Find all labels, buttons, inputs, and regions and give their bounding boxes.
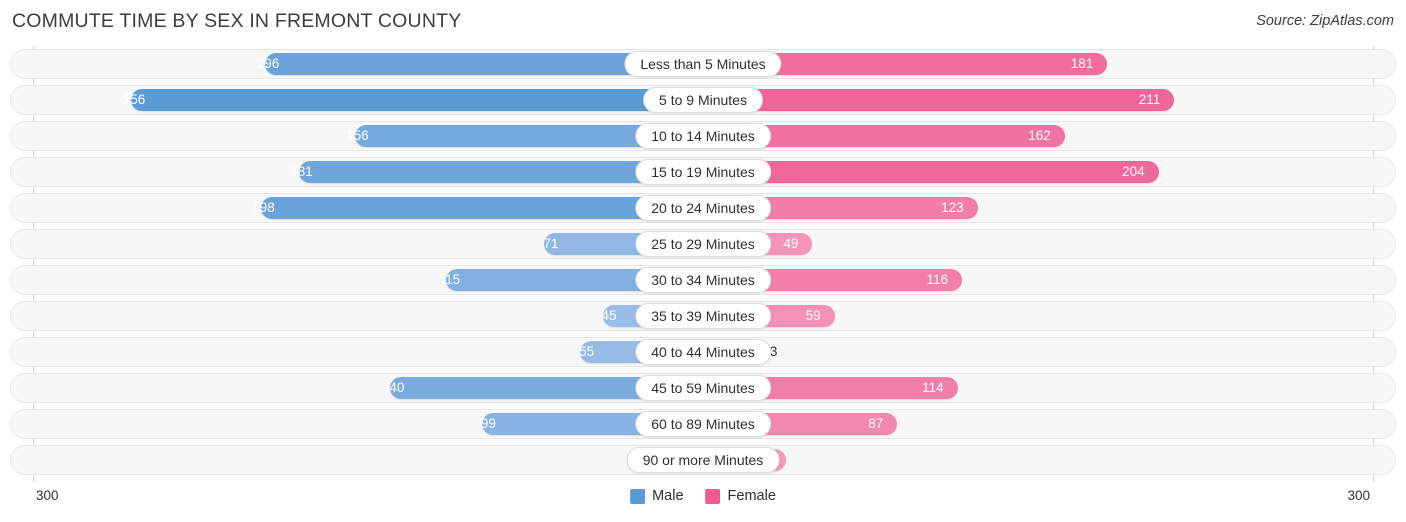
female-value-label: 114: [922, 380, 944, 395]
bar-row: 552340 to 44 Minutes: [0, 334, 1406, 370]
legend-label: Female: [727, 488, 776, 504]
male-value-label: 99: [480, 416, 496, 431]
category-label: 10 to 14 Minutes: [635, 123, 771, 149]
legend-swatch-icon: [705, 488, 721, 504]
category-label: 45 to 59 Minutes: [635, 375, 771, 401]
bar-row: 140 114 45 to 59 Minutes: [0, 370, 1406, 406]
bar-row: 45 59 35 to 39 Minutes: [0, 298, 1406, 334]
female-value-label: 123: [941, 200, 964, 215]
legend-item[interactable]: Male: [630, 488, 684, 504]
bar-row: 71 49 25 to 29 Minutes: [0, 226, 1406, 262]
category-label: 40 to 44 Minutes: [635, 339, 771, 365]
legend-item[interactable]: Female: [705, 488, 776, 504]
axis-max-left: 300: [36, 488, 59, 503]
male-value-label: 55: [579, 344, 595, 359]
male-value-label: 140: [381, 380, 405, 395]
commute-time-chart: COMMUTE TIME BY SEX IN FREMONT COUNTY So…: [0, 0, 1406, 522]
female-value-label: 162: [1028, 128, 1051, 143]
page-title: COMMUTE TIME BY SEX IN FREMONT COUNTY: [12, 10, 462, 32]
category-label: 35 to 39 Minutes: [635, 303, 771, 329]
bar-row: 99 87 60 to 89 Minutes: [0, 406, 1406, 442]
female-value-label: 211: [1138, 92, 1161, 107]
plot-area: 196 181 Less than 5 Minutes 256 211 5 to 9 Mi…: [0, 46, 1406, 482]
bar-row: 181 204 15 to 19 Minutes: [0, 154, 1406, 190]
female-value-label: 204: [1122, 164, 1145, 179]
male-value-label: 71: [543, 236, 559, 251]
category-label: 60 to 89 Minutes: [635, 411, 771, 437]
female-bar: [703, 161, 1159, 183]
source-attribution: Source: ZipAtlas.com: [1256, 13, 1394, 29]
male-value-label: 181: [290, 164, 313, 179]
category-label: 20 to 24 Minutes: [635, 195, 771, 221]
female-value-label: 87: [868, 416, 884, 431]
chart-legend: Male Female: [630, 488, 776, 504]
category-label: 90 or more Minutes: [626, 447, 780, 473]
category-label: 5 to 9 Minutes: [643, 87, 763, 113]
male-value-label: 256: [122, 92, 146, 107]
category-label: 30 to 34 Minutes: [635, 267, 771, 293]
female-value-label: 49: [783, 236, 799, 251]
chart-header: COMMUTE TIME BY SEX IN FREMONT COUNTY So…: [0, 0, 1406, 44]
male-value-label: 156: [346, 128, 369, 143]
bar-row: 115 116 30 to 34 Minutes: [0, 262, 1406, 298]
female-value-label: 116: [926, 272, 949, 287]
female-value-label: 59: [805, 308, 821, 323]
male-value-label: 45: [601, 308, 617, 323]
legend-label: Male: [652, 488, 684, 504]
chart-footer: 300 300 Male Female: [0, 484, 1406, 522]
category-label: 15 to 19 Minutes: [635, 159, 771, 185]
bar-rows: 196 181 Less than 5 Minutes 256 211 5 to 9 Mi…: [0, 46, 1406, 478]
category-label: Less than 5 Minutes: [624, 51, 782, 77]
female-bar: [703, 89, 1175, 111]
male-value-label: 198: [252, 200, 275, 215]
bar-row: 198 123 20 to 24 Minutes: [0, 190, 1406, 226]
bar-row: 93790 or more Minutes: [0, 442, 1406, 478]
female-value-label: 181: [1070, 56, 1094, 71]
legend-swatch-icon: [630, 488, 646, 504]
male-value-label: 115: [438, 272, 461, 287]
bar-row: 256 211 5 to 9 Minutes: [0, 82, 1406, 118]
bar-row: 156 162 10 to 14 Minutes: [0, 118, 1406, 154]
male-value-label: 196: [256, 56, 280, 71]
male-bar: [131, 89, 703, 111]
category-label: 25 to 29 Minutes: [635, 231, 771, 257]
bar-row: 196 181 Less than 5 Minutes: [0, 46, 1406, 82]
axis-max-right: 300: [1347, 488, 1370, 503]
